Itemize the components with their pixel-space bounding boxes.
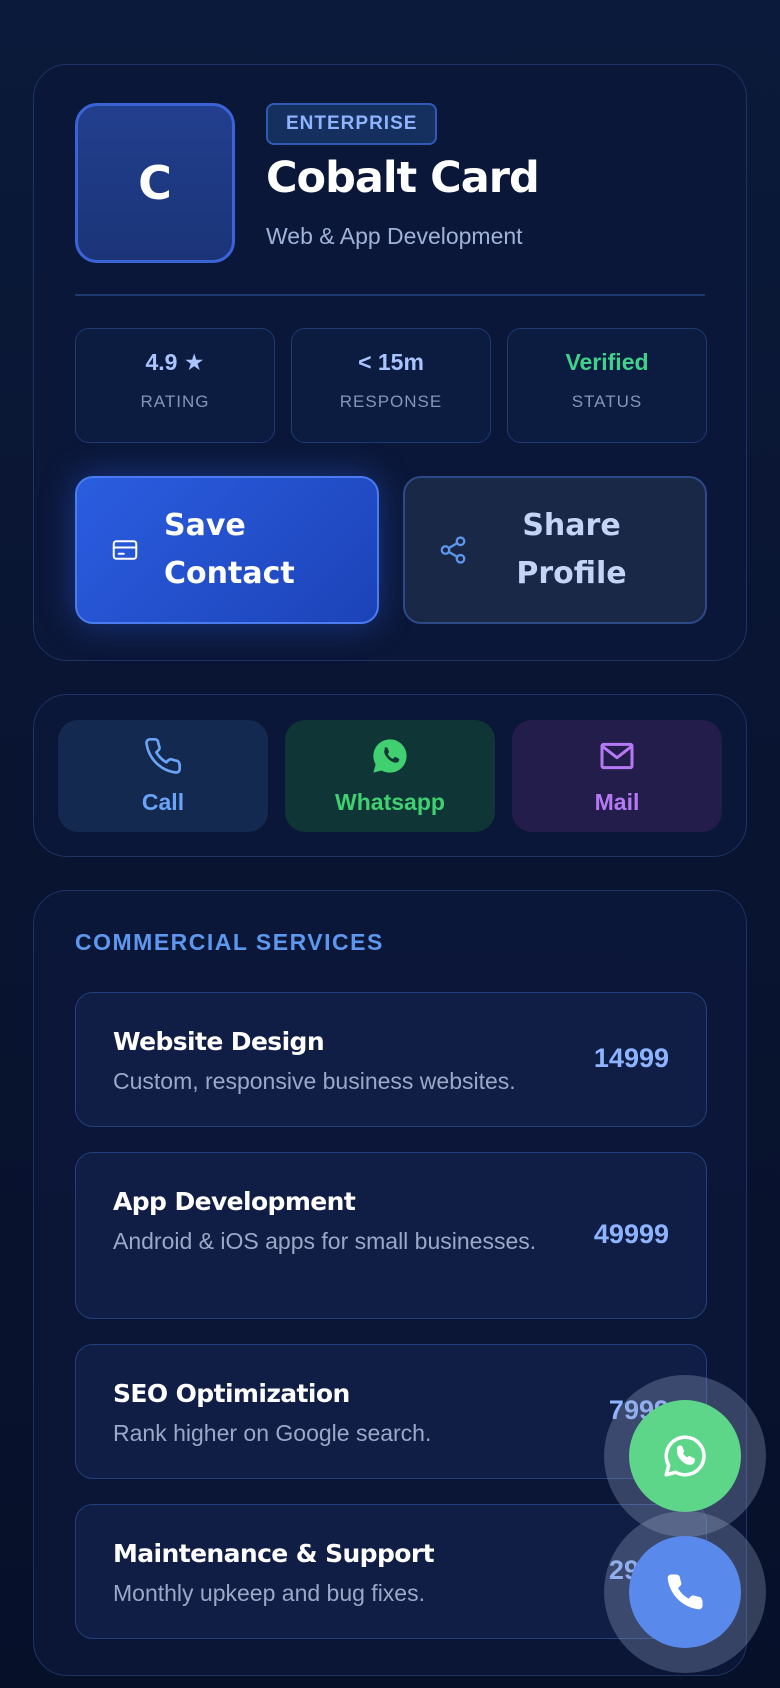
stat-status: Verified STATUS xyxy=(507,328,707,443)
mail-icon xyxy=(600,742,634,770)
divider xyxy=(75,294,705,296)
stat-response: < 15m RESPONSE xyxy=(291,328,491,443)
save-line-1: Save xyxy=(164,508,246,543)
stat-status-label: STATUS xyxy=(571,392,643,411)
service-description: Custom, responsive business websites. xyxy=(113,1068,516,1094)
stat-response-value: < 15m xyxy=(358,349,424,375)
mail-button[interactable]: Mail xyxy=(512,720,722,832)
whatsapp-icon xyxy=(373,739,407,773)
service-description: Monthly upkeep and bug fixes. xyxy=(113,1580,425,1606)
stat-rating-label: RATING xyxy=(140,392,210,411)
share-line-1: Share xyxy=(522,508,621,543)
stat-response-label: RESPONSE xyxy=(339,392,443,411)
service-description: Android & iOS apps for small businesses. xyxy=(113,1228,537,1254)
save-contact-button[interactable]: Save Contact xyxy=(75,476,379,624)
save-line-2: Contact xyxy=(164,556,295,591)
stat-rating-value: 4.9 ★ xyxy=(145,349,205,375)
floating-call-button[interactable] xyxy=(629,1536,741,1648)
whatsapp-icon xyxy=(664,1435,706,1477)
company-subtitle: Web & App Development xyxy=(266,223,523,249)
stat-rating: 4.9 ★ RATING xyxy=(75,328,275,443)
card-icon xyxy=(112,540,138,560)
company-name: Cobalt Card xyxy=(266,153,540,203)
service-name: App Development xyxy=(113,1187,356,1216)
stat-status-value: Verified xyxy=(565,349,649,375)
service-price: 14999 xyxy=(593,1043,669,1073)
share-profile-button[interactable]: Share Profile xyxy=(403,476,707,624)
service-item[interactable]: Website Design Custom, responsive busine… xyxy=(75,992,707,1127)
service-description: Rank higher on Google search. xyxy=(113,1420,432,1446)
whatsapp-label: Whatsapp xyxy=(335,789,445,815)
share-line-2: Profile xyxy=(516,556,627,591)
service-name: SEO Optimization xyxy=(113,1379,350,1408)
save-contact-label: Save Contact xyxy=(164,502,295,598)
service-name: Website Design xyxy=(113,1027,325,1056)
contact-card: Call Whatsapp Mail xyxy=(33,694,747,857)
services-title: COMMERCIAL SERVICES xyxy=(75,929,384,955)
call-label: Call xyxy=(141,789,185,815)
call-button[interactable]: Call xyxy=(58,720,268,832)
mail-label: Mail xyxy=(594,789,640,815)
profile-card: C ENTERPRISE Cobalt Card Web & App Devel… xyxy=(33,64,747,661)
phone-icon xyxy=(667,1574,703,1610)
company-logo: C xyxy=(75,103,235,263)
whatsapp-button[interactable]: Whatsapp xyxy=(285,720,495,832)
floating-whatsapp-button[interactable] xyxy=(629,1400,741,1512)
phone-icon xyxy=(145,737,182,774)
service-item[interactable]: App Development Android & iOS apps for s… xyxy=(75,1152,707,1319)
service-price: 49999 xyxy=(593,1219,669,1249)
tier-badge: ENTERPRISE xyxy=(266,103,438,145)
share-profile-label: Share Profile xyxy=(468,502,705,598)
share-icon xyxy=(440,536,466,564)
service-name: Maintenance & Support xyxy=(113,1539,435,1568)
